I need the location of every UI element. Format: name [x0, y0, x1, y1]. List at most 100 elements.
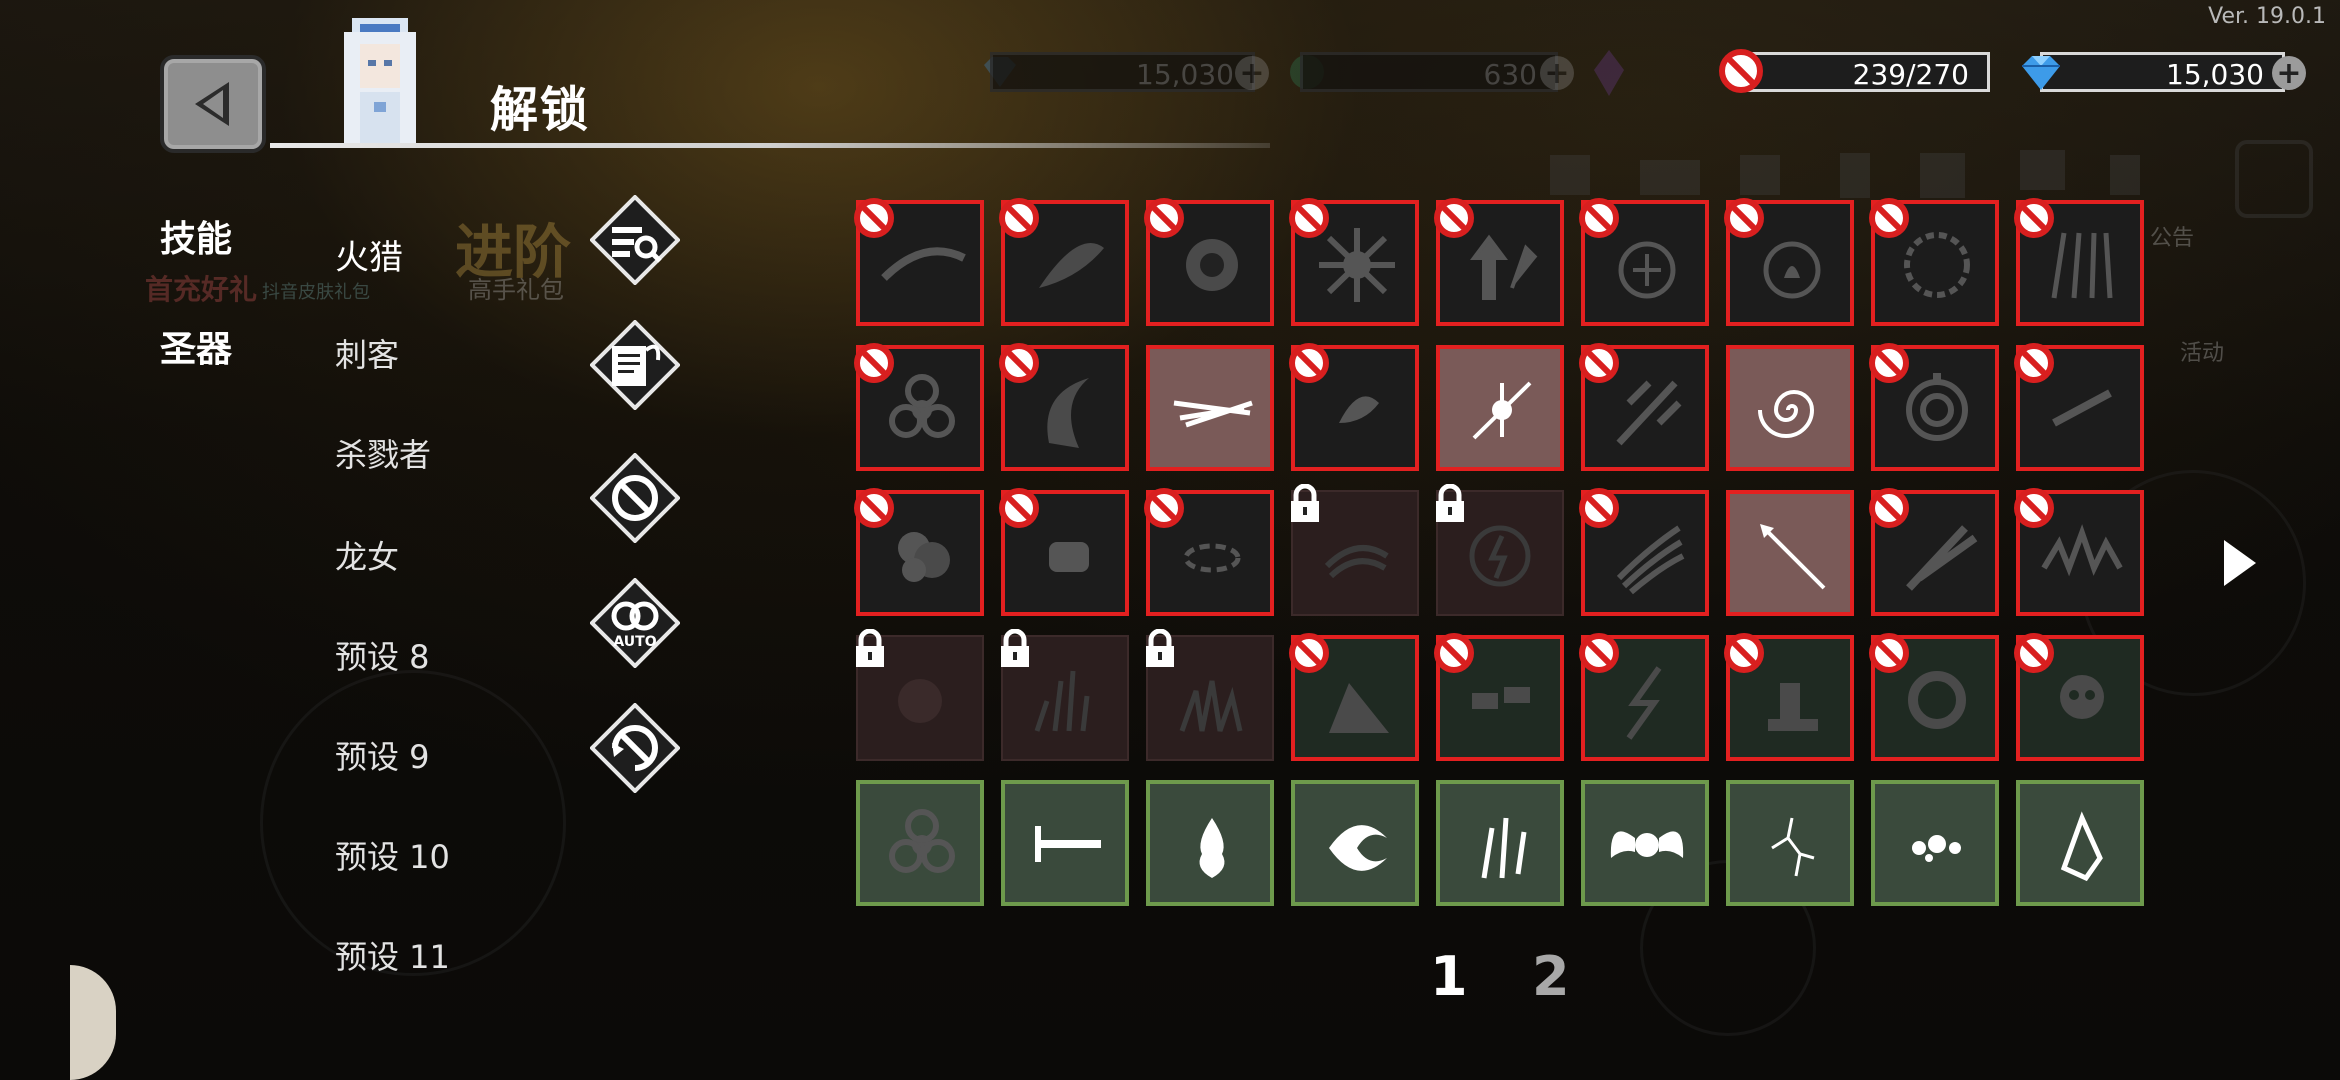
skill-slot-ring-dash[interactable]	[1144, 488, 1274, 616]
plus-icon: +	[1540, 56, 1574, 91]
biohazard-icon	[889, 809, 955, 873]
gem-counter: 15,030	[2040, 52, 2285, 92]
preset-item[interactable]: 预设 10	[335, 832, 450, 878]
crack-icon	[1771, 817, 1815, 877]
green-counter-dim: 630	[1300, 52, 1558, 92]
skill-slot-spark-cross[interactable]	[1436, 345, 1564, 471]
page-1-button[interactable]: 1	[1430, 945, 1468, 1008]
character-avatar	[344, 18, 416, 143]
skill-slot-burst[interactable]	[1144, 198, 1274, 326]
category-skills[interactable]: 技能	[160, 210, 232, 262]
skill-slot-arrows-up[interactable]	[1434, 198, 1564, 326]
ban-icon	[1289, 633, 1329, 673]
skill-slot-smoke[interactable]	[854, 488, 984, 616]
skill-slot-flame-drop[interactable]	[1146, 780, 1274, 906]
bg-advance-sub: 高手礼包	[468, 276, 564, 304]
spiral-icon	[1758, 390, 1815, 438]
skill-slot-grass[interactable]	[1001, 629, 1129, 761]
skill-slot-daggers[interactable]	[1436, 780, 1564, 906]
skill-slot-fire-swirl[interactable]	[1869, 633, 1999, 761]
search-list-button[interactable]	[590, 195, 680, 285]
scroll-button[interactable]	[590, 320, 680, 410]
triangle-left-icon	[195, 82, 229, 126]
skill-slot-reap[interactable]	[1291, 780, 1419, 906]
next-page-arrow-icon[interactable]	[2220, 538, 2260, 588]
ban-icon	[1579, 488, 1619, 528]
skill-slot-crack[interactable]	[1726, 780, 1854, 906]
preset-item[interactable]: 杀戮者	[335, 430, 431, 476]
skill-slot-kneel[interactable]	[1724, 633, 1854, 761]
skill-slot-frost-sword[interactable]	[1579, 343, 1709, 471]
skill-slot-spikes[interactable]	[2014, 488, 2144, 616]
lock-icon	[1001, 629, 1029, 667]
skill-slot-feather[interactable]	[1289, 343, 1419, 471]
skill-slot-winged-orb[interactable]	[1581, 780, 1709, 906]
skill-slot-claw[interactable]	[1579, 488, 1709, 616]
skill-slot-spiral[interactable]	[1726, 345, 1854, 471]
preset-item[interactable]: 刺客	[335, 330, 399, 376]
ban-icon	[1869, 198, 1909, 238]
skill-slot-splat[interactable]	[1289, 198, 1419, 326]
ban-refresh-button[interactable]	[590, 703, 680, 793]
ban-icon	[1434, 198, 1474, 238]
ban-button[interactable]	[590, 453, 680, 543]
skill-slot-fireball[interactable]	[856, 629, 984, 761]
skill-slot-crescent[interactable]	[999, 343, 1129, 471]
skill-slot-snow-orb[interactable]	[1579, 198, 1709, 326]
category-relics[interactable]: 圣器	[160, 320, 232, 372]
sword-icon	[1035, 826, 1101, 862]
skill-slot-slash[interactable]	[854, 198, 984, 326]
diamond-icon	[2022, 56, 2060, 90]
skill-slot-splatter[interactable]	[1871, 780, 1999, 906]
skill-slot-skull[interactable]	[2014, 633, 2144, 761]
skill-slot-dagger[interactable]	[2014, 343, 2144, 471]
skill-slot-target[interactable]	[1869, 343, 1999, 471]
plus-icon: +	[1235, 56, 1269, 91]
ban-icon	[854, 343, 894, 383]
skill-slot-chain[interactable]	[1434, 633, 1564, 761]
skill-slot-sword[interactable]	[1001, 780, 1129, 906]
preset-item[interactable]: 预设 9	[335, 732, 430, 778]
bg-left-promo: 首充好礼	[145, 273, 258, 306]
ban-icon	[854, 198, 894, 238]
ban-icon	[1869, 488, 1909, 528]
spear-icon	[1760, 524, 1826, 590]
ban-icon	[1289, 198, 1329, 238]
skill-slot-streaks[interactable]	[1146, 345, 1274, 471]
bg-left-promo2: 抖音皮肤礼包	[262, 282, 370, 303]
ban-icon	[2014, 488, 2054, 528]
purple-crystal-icon	[1594, 50, 1624, 96]
preset-item[interactable]: 预设 8	[335, 632, 430, 678]
skill-slot-fist[interactable]	[999, 488, 1129, 616]
skill-slot-crystal[interactable]	[2016, 780, 2144, 906]
skill-slot-thunder-orb[interactable]	[1436, 484, 1564, 616]
page-2-button[interactable]: 2	[1532, 945, 1570, 1008]
ban-icon	[1869, 633, 1909, 673]
back-button[interactable]	[160, 55, 266, 153]
ban-icon	[1289, 343, 1329, 383]
skill-slot-spear[interactable]	[1726, 490, 1854, 616]
skill-slot-fire-orb[interactable]	[1724, 198, 1854, 326]
add-gem-button[interactable]: +	[2272, 56, 2306, 91]
skill-slot-blade[interactable]	[999, 198, 1129, 326]
skill-slot-flame-grass[interactable]	[1146, 629, 1274, 761]
ban-icon	[999, 488, 1039, 528]
skill-slot-lightning[interactable]	[1579, 633, 1709, 761]
ban-icon	[2014, 343, 2054, 383]
skill-slot-biohazard[interactable]	[854, 343, 984, 471]
auto-ring-button[interactable]: AUTO	[590, 578, 680, 668]
skill-slot-vortex-ring[interactable]	[1869, 198, 1999, 326]
ban-icon	[1579, 198, 1619, 238]
skill-slot-biohazard[interactable]	[856, 780, 984, 906]
skill-slot-slash-x[interactable]	[1869, 488, 1999, 616]
ban-icon	[999, 198, 1039, 238]
preset-item[interactable]: 龙女	[335, 532, 399, 578]
preset-item[interactable]: 预设 11	[335, 932, 450, 978]
skill-slot-ramp[interactable]	[1289, 633, 1419, 761]
preset-item[interactable]: 火猎	[335, 230, 403, 279]
skill-slot-feathers[interactable]	[1291, 484, 1419, 616]
ban-icon	[2014, 633, 2054, 673]
skill-slot-spears[interactable]	[2014, 198, 2144, 326]
lock-icon	[1291, 484, 1319, 522]
ban-icon	[1144, 198, 1184, 238]
